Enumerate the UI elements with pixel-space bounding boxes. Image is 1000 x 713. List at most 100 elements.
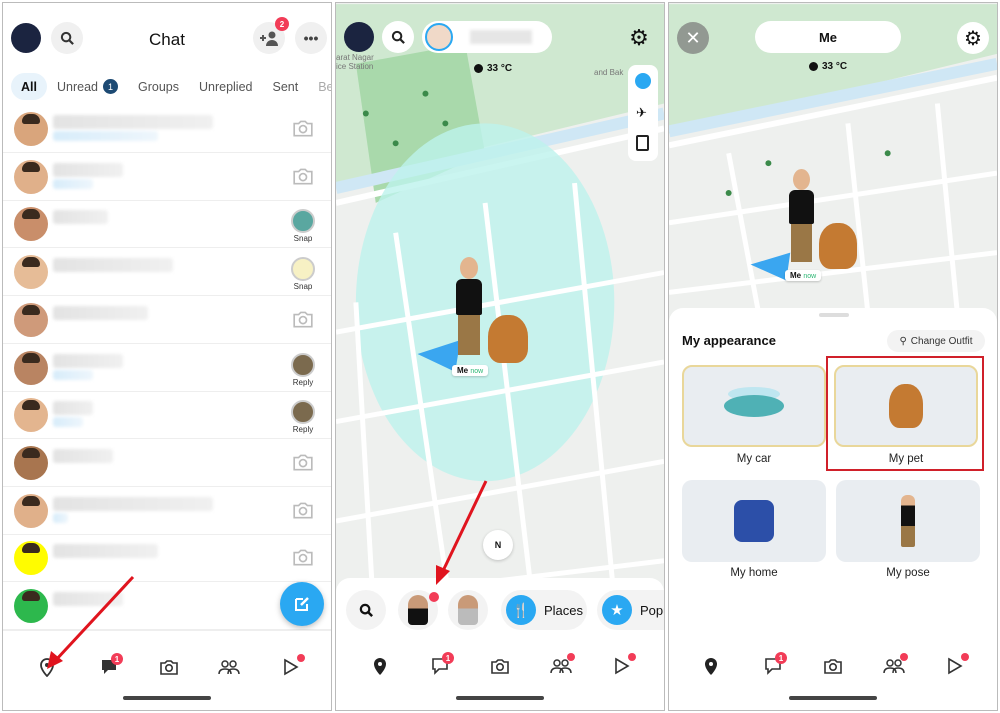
add-friend-button[interactable]: 2 (253, 17, 289, 54)
camera-icon (293, 168, 313, 185)
more-button[interactable]: ••• (295, 22, 327, 54)
me-label[interactable]: Me now (785, 270, 822, 281)
map-pin-icon (705, 658, 717, 675)
tab-sent[interactable]: Sent (263, 73, 309, 100)
tab-groups[interactable]: Groups (128, 73, 189, 100)
popular-button[interactable]: ★Popu (597, 590, 664, 630)
profile-avatar[interactable] (344, 22, 374, 52)
nav-stories[interactable] (608, 652, 636, 680)
settings-button[interactable]: ⚙ (626, 25, 652, 51)
camera-reply-button[interactable] (289, 496, 317, 522)
blurred-name (53, 258, 173, 273)
friend-avatar[interactable] (14, 445, 48, 480)
tab-all[interactable]: All (11, 73, 47, 100)
friend-avatar[interactable] (14, 350, 48, 385)
chat-list-item[interactable] (3, 535, 331, 583)
nav-camera[interactable] (819, 652, 847, 680)
nav-friends[interactable] (215, 653, 243, 681)
reply-button[interactable]: Reply (289, 352, 317, 387)
my-pose-card[interactable] (836, 480, 980, 562)
nav-map[interactable] (697, 652, 725, 680)
places-button[interactable]: 🍴 Places (501, 590, 587, 630)
camera-icon (293, 120, 313, 137)
nav-camera[interactable] (155, 653, 183, 681)
nav-chat[interactable]: 1 (759, 652, 787, 680)
nav-chat[interactable]: 1 (95, 653, 123, 681)
chat-list-item[interactable]: Snap (3, 201, 331, 249)
chat-list-item[interactable] (3, 106, 331, 153)
friend-avatar[interactable] (14, 159, 48, 194)
nav-map[interactable] (366, 652, 394, 680)
friend-avatar[interactable] (14, 589, 48, 623)
friend-avatar[interactable] (14, 255, 48, 290)
nav-camera[interactable] (486, 652, 514, 680)
chat-list-item[interactable]: Reply (3, 345, 331, 392)
my-home-card[interactable] (682, 480, 826, 562)
nav-friends[interactable] (547, 652, 575, 680)
me-bitmoji[interactable] (785, 169, 817, 265)
snap-button[interactable]: Snap (289, 209, 317, 243)
tray-search-button[interactable] (346, 590, 386, 630)
camera-reply-button[interactable] (289, 114, 317, 140)
camera-reply-button[interactable] (289, 305, 317, 331)
my-pet-card[interactable] (834, 365, 978, 447)
nav-friends[interactable] (880, 652, 908, 680)
blurred-status (53, 417, 83, 428)
cards-icon[interactable] (636, 135, 649, 151)
tab-label: Be (318, 79, 332, 94)
camera-reply-button[interactable] (289, 448, 317, 474)
me-header: Me (755, 21, 901, 53)
search-icon (359, 603, 373, 617)
play-icon (284, 658, 299, 676)
my-bitmoji-button[interactable] (398, 590, 439, 630)
close-button[interactable]: ✕ (677, 22, 709, 54)
fork-knife-icon: 🍴 (506, 595, 536, 625)
snap-button[interactable]: Snap (289, 257, 317, 291)
friend-avatar[interactable] (14, 112, 48, 146)
chat-list-item[interactable] (3, 488, 331, 535)
friends-icon (218, 660, 240, 675)
sheet-handle[interactable] (819, 313, 849, 317)
my-car-card[interactable] (682, 365, 826, 447)
camera-reply-button[interactable] (289, 162, 317, 188)
friend-bitmoji-button[interactable] (448, 590, 488, 630)
settings-button[interactable]: ⚙ (957, 22, 989, 54)
satellite-icon[interactable]: ✈ (636, 105, 647, 121)
chat-list-item[interactable] (3, 154, 331, 201)
friend-avatar[interactable] (14, 493, 48, 528)
nav-chat[interactable]: 1 (426, 652, 454, 680)
section-title: My appearance (682, 333, 776, 348)
stories-dot (297, 654, 305, 662)
compass-button[interactable]: N (483, 530, 513, 560)
tab-unreplied[interactable]: Unreplied (189, 73, 263, 100)
friend-search-pill[interactable] (422, 21, 552, 53)
nav-map[interactable] (33, 653, 61, 681)
blurred-status (53, 131, 158, 141)
bottom-nav: 1 (3, 630, 331, 710)
me-bitmoji[interactable] (452, 257, 486, 357)
chat-list-item[interactable] (3, 297, 331, 344)
nav-stories[interactable] (941, 652, 969, 680)
friend-avatar[interactable] (14, 398, 48, 433)
camera-reply-button[interactable] (289, 543, 317, 569)
chat-list-item[interactable]: Reply (3, 392, 331, 440)
map-search-button[interactable] (382, 21, 414, 53)
tab-more[interactable]: Be (308, 73, 332, 100)
friend-avatar[interactable] (14, 302, 48, 337)
chat-screen: Chat 2 ••• All Unread 1 Groups Unreplied … (2, 2, 332, 711)
pet-dog[interactable] (488, 315, 528, 363)
nav-stories[interactable] (277, 653, 305, 681)
friend-avatar[interactable] (14, 541, 48, 576)
tab-unread[interactable]: Unread 1 (47, 73, 128, 100)
new-chat-button[interactable] (280, 582, 324, 626)
me-label[interactable]: Me now (452, 365, 489, 376)
reply-button[interactable]: Reply (289, 400, 317, 434)
chat-list-item[interactable] (3, 440, 331, 487)
chat-list-item[interactable]: Snap (3, 249, 331, 297)
pet-dog[interactable] (819, 223, 857, 269)
globe-icon[interactable] (635, 73, 651, 89)
friend-avatar[interactable] (14, 207, 48, 242)
action-label: Snap (293, 234, 313, 244)
blurred-status (53, 512, 68, 523)
change-outfit-button[interactable]: ⚲ Change Outfit (887, 330, 985, 352)
